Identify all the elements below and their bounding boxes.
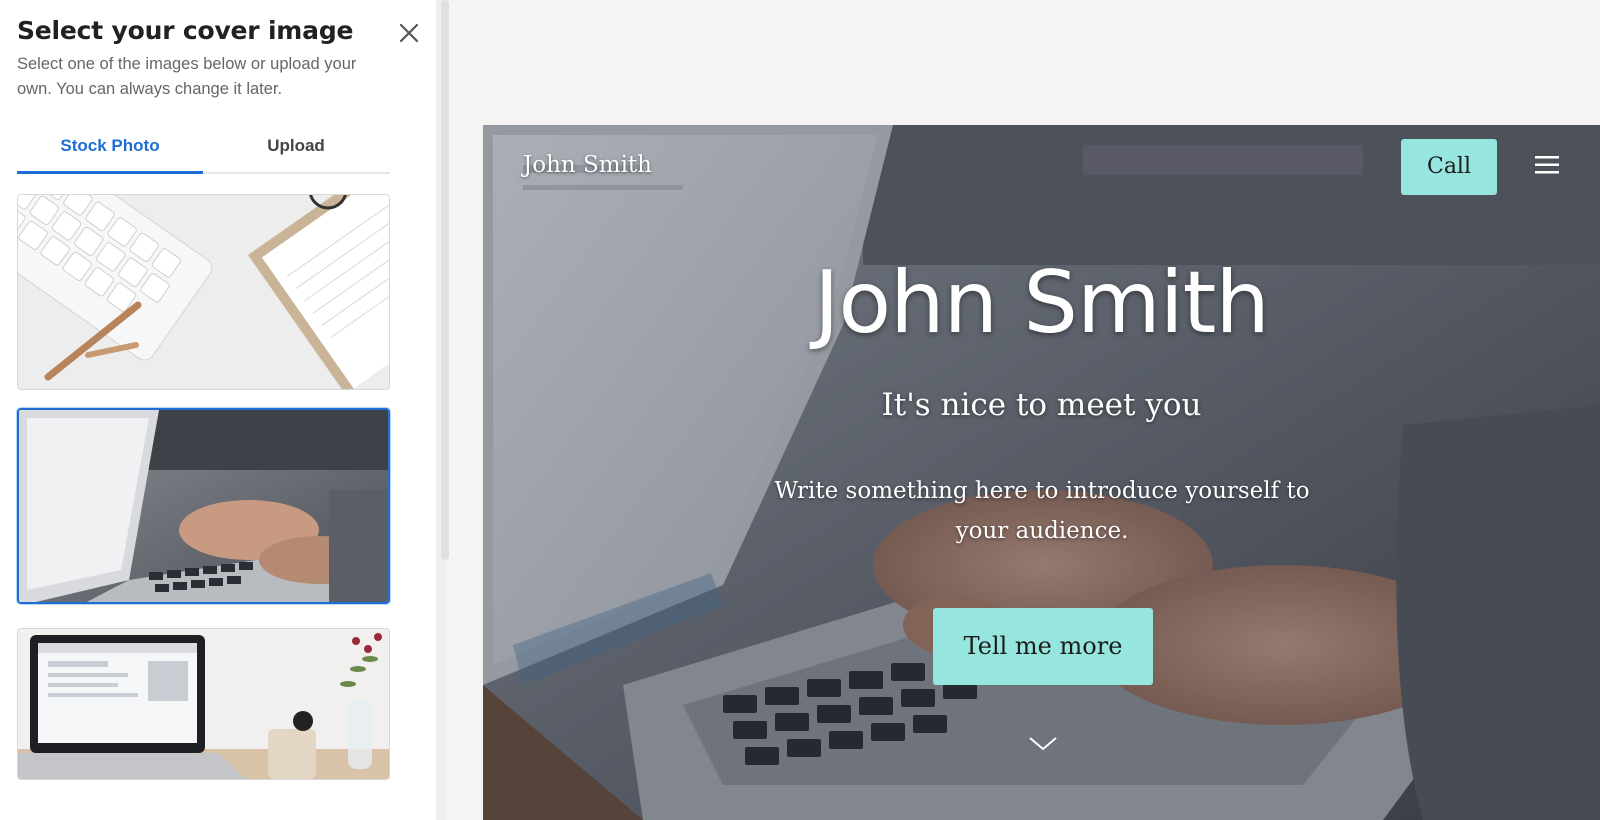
stock-image-keyboard[interactable] bbox=[17, 194, 390, 390]
site-brand[interactable]: John Smith bbox=[523, 152, 652, 178]
stock-image-laptop-coffee[interactable] bbox=[17, 628, 390, 780]
tab-upload[interactable]: Upload bbox=[203, 125, 389, 172]
image-source-tabs: Stock Photo Upload bbox=[17, 125, 390, 174]
hero-subtitle: It's nice to meet you bbox=[881, 387, 1202, 423]
chevron-down-icon[interactable] bbox=[1028, 735, 1058, 753]
close-button[interactable] bbox=[396, 20, 422, 46]
panel-title: Select your cover image bbox=[17, 16, 354, 45]
laptop-coffee-image bbox=[18, 629, 389, 779]
site-preview: John Smith Call John Smith It's nice to … bbox=[483, 125, 1600, 820]
hamburger-menu-icon[interactable] bbox=[1533, 153, 1561, 177]
laptop-typing-image bbox=[19, 410, 388, 602]
cover-image-panel: Select your cover image Select one of th… bbox=[0, 0, 446, 820]
panel-scrollbar-thumb[interactable] bbox=[441, 0, 449, 560]
close-icon[interactable] bbox=[396, 20, 422, 46]
panel-description: Select one of the images below or upload… bbox=[17, 55, 357, 98]
menu-button[interactable] bbox=[1533, 153, 1561, 177]
scroll-down-button[interactable] bbox=[1028, 735, 1058, 753]
hero-title: John Smith bbox=[814, 253, 1270, 353]
call-button[interactable]: Call bbox=[1401, 139, 1497, 195]
tell-me-more-button[interactable]: Tell me more bbox=[933, 608, 1153, 685]
stock-image-laptop-typing[interactable] bbox=[17, 408, 390, 604]
tab-stock-photo[interactable]: Stock Photo bbox=[17, 125, 203, 174]
hero-body-text: Write something here to introduce yourse… bbox=[774, 478, 1310, 544]
keyboard-notebook-image bbox=[18, 195, 389, 389]
